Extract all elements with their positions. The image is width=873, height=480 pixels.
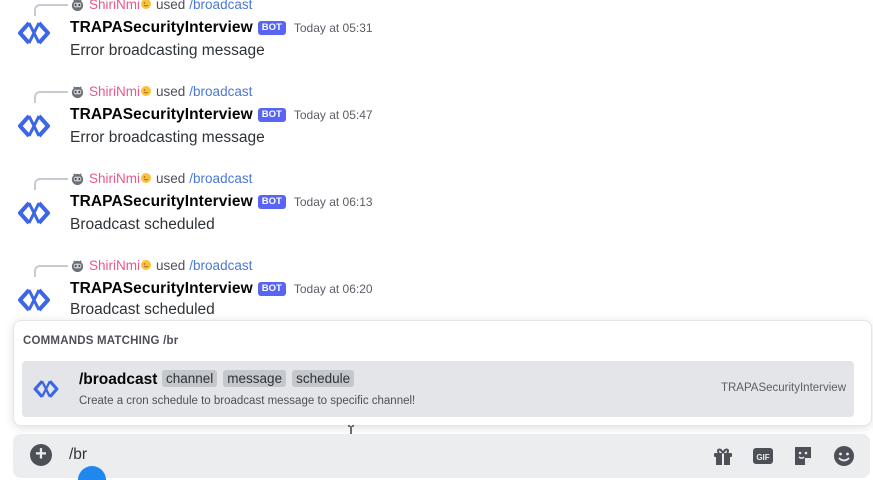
message-timestamp[interactable]: Today at 06:20 <box>294 282 373 296</box>
reply-connector <box>34 91 68 103</box>
command-description: Create a cron schedule to broadcast mess… <box>79 395 416 407</box>
message-timestamp[interactable]: Today at 05:31 <box>294 21 373 35</box>
message-composer: + /br GIF <box>13 434 870 478</box>
reply-used-text: used <box>156 257 186 273</box>
reply-command-link[interactable]: /broadcast <box>189 84 252 99</box>
bot-badge: BOT <box>257 195 286 209</box>
reply-used-text: used <box>156 0 186 12</box>
sticker-icon[interactable] <box>791 444 815 468</box>
command-app-name: TRAPASecurityInterview <box>720 382 846 394</box>
reply-reference[interactable]: ShiriNmi used /broadcast <box>34 255 252 277</box>
reply-used-text: used <box>156 170 186 186</box>
message: ShiriNmi used /broadcast TRAPASecurityIn… <box>0 77 873 157</box>
sun-emoji-icon <box>141 0 152 9</box>
reply-connector <box>34 178 68 190</box>
reply-reference[interactable]: ShiriNmi used /broadcast <box>34 168 252 190</box>
trapa-logo-icon[interactable] <box>16 108 52 144</box>
message-content: Broadcast scheduled <box>70 216 215 233</box>
plus-icon[interactable]: + <box>30 444 52 466</box>
robot-avatar-icon <box>71 85 84 98</box>
message-username[interactable]: TRAPASecurityInterview <box>70 193 253 211</box>
command-autocomplete-popup: COMMANDS MATCHING /br /broadcast channel… <box>13 320 872 426</box>
trapa-logo-icon[interactable] <box>16 15 52 51</box>
command-options: channel message schedule <box>162 370 355 387</box>
gif-icon[interactable]: GIF <box>751 444 775 468</box>
robot-avatar-icon <box>71 172 84 185</box>
sun-emoji-icon <box>141 86 152 96</box>
sun-emoji-icon <box>141 260 152 270</box>
reply-command-link[interactable]: /broadcast <box>189 171 252 186</box>
reply-reference[interactable]: ShiriNmi used /broadcast <box>34 0 252 16</box>
trapa-logo-icon[interactable] <box>16 195 52 231</box>
command-option-channel: channel <box>162 370 218 387</box>
robot-avatar-icon <box>71 0 84 11</box>
message: ShiriNmi used /broadcast TRAPASecurityIn… <box>0 0 873 70</box>
emoji-icon[interactable] <box>832 444 856 468</box>
message: ShiriNmi used /broadcast TRAPASecurityIn… <box>0 251 873 323</box>
message-username[interactable]: TRAPASecurityInterview <box>70 280 253 298</box>
message-username[interactable]: TRAPASecurityInterview <box>70 19 253 37</box>
reply-username[interactable]: ShiriNmi <box>89 258 140 273</box>
reply-username[interactable]: ShiriNmi <box>89 171 140 186</box>
reply-reference[interactable]: ShiriNmi used /broadcast <box>34 81 252 103</box>
reply-username[interactable]: ShiriNmi <box>89 0 140 12</box>
reply-command-link[interactable]: /broadcast <box>189 258 252 273</box>
reply-connector <box>34 265 68 277</box>
svg-text:GIF: GIF <box>756 453 769 462</box>
reply-used-text: used <box>156 83 186 99</box>
sun-emoji-icon <box>141 173 152 183</box>
command-name: /broadcast <box>79 371 158 388</box>
bot-badge: BOT <box>257 282 286 296</box>
autocomplete-header: COMMANDS MATCHING /br <box>23 335 179 347</box>
reply-command-link[interactable]: /broadcast <box>189 0 252 12</box>
gift-icon[interactable] <box>711 444 735 468</box>
bot-badge: BOT <box>257 21 286 35</box>
bot-badge: BOT <box>257 108 286 122</box>
message-timestamp[interactable]: Today at 06:13 <box>294 195 373 209</box>
trapa-logo-icon <box>33 380 59 398</box>
message-content: Error broadcasting message <box>70 42 265 59</box>
message-input[interactable]: /br <box>69 446 87 464</box>
command-option-message: message <box>223 370 287 387</box>
message-timestamp[interactable]: Today at 05:47 <box>294 108 373 122</box>
message-content: Error broadcasting message <box>70 129 265 146</box>
command-option-broadcast[interactable]: /broadcast channel message schedule Crea… <box>22 361 854 417</box>
message-content: Broadcast scheduled <box>70 301 215 318</box>
command-option-schedule: schedule <box>292 370 355 387</box>
trapa-logo-icon[interactable] <box>16 282 52 318</box>
message: ShiriNmi used /broadcast TRAPASecurityIn… <box>0 164 873 244</box>
message-username[interactable]: TRAPASecurityInterview <box>70 106 253 124</box>
reply-username[interactable]: ShiriNmi <box>89 84 140 99</box>
robot-avatar-icon <box>71 259 84 272</box>
